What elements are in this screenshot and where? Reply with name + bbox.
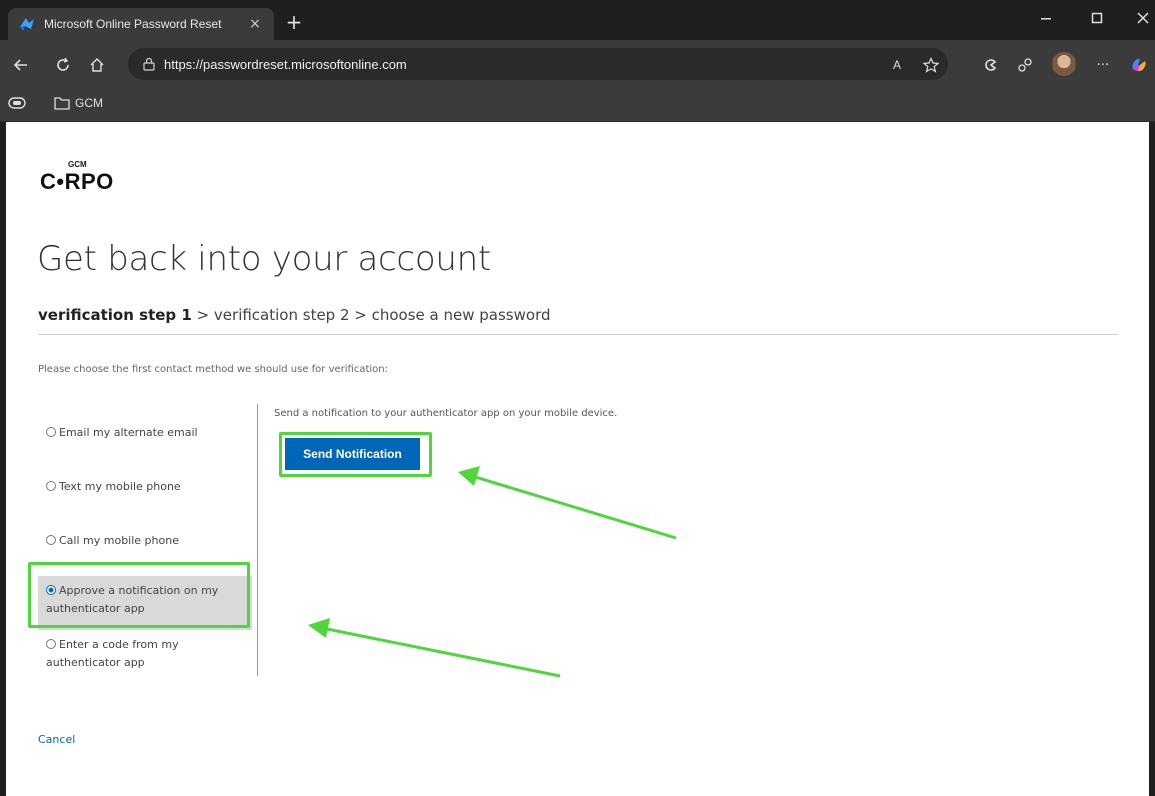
- logo-main-text: C•RPO: [40, 169, 114, 194]
- step-two: verification step 2: [213, 306, 350, 324]
- tab-password-reset[interactable]: Microsoft Online Password Reset ×: [8, 8, 274, 40]
- step-three: choose a new password: [371, 306, 551, 324]
- folder-icon: [54, 97, 70, 110]
- contact-method-list: Email my alternate email Text my mobile …: [38, 404, 258, 676]
- microsoft-favicon-icon: [20, 18, 34, 31]
- more-menu-icon[interactable]: ···: [1092, 54, 1114, 76]
- method-label: Email my alternate email: [59, 426, 198, 439]
- minimize-icon[interactable]: [1034, 10, 1058, 29]
- new-tab-button[interactable]: +: [284, 12, 304, 32]
- method-detail-text: Send a notification to your authenticato…: [274, 408, 618, 419]
- bookmarks-bar: GCM: [0, 88, 1155, 122]
- method-call[interactable]: Call my mobile phone: [38, 532, 252, 550]
- cancel-link[interactable]: Cancel: [38, 733, 75, 746]
- favorite-star-icon[interactable]: [920, 54, 942, 76]
- tab-title: Microsoft Online Password Reset: [44, 17, 222, 31]
- instruction-text: Please choose the first contact method w…: [38, 364, 388, 375]
- copilot-icon[interactable]: [1128, 54, 1150, 76]
- maximize-icon[interactable]: [1085, 10, 1109, 29]
- extension-icon[interactable]: [980, 54, 1002, 76]
- lock-icon: [143, 57, 155, 71]
- method-enter-code[interactable]: Enter a code from my authenticator app: [38, 636, 252, 672]
- collections-icon[interactable]: [1014, 54, 1036, 76]
- page-title: Get back into your account: [37, 239, 491, 279]
- url-text: https://passwordreset.microsoftonline.co…: [164, 56, 407, 72]
- method-label: Text my mobile phone: [59, 480, 181, 493]
- radio-button[interactable]: [46, 481, 56, 491]
- close-window-icon[interactable]: [1131, 10, 1155, 29]
- radio-button[interactable]: [46, 535, 56, 545]
- bookmark-folder-gcm[interactable]: GCM: [54, 96, 103, 110]
- read-aloud-icon[interactable]: A: [886, 54, 908, 76]
- logo-small-text: GCM: [68, 160, 87, 169]
- tab-bar: Microsoft Online Password Reset × +: [0, 0, 1155, 40]
- step-separator: >: [349, 306, 372, 324]
- method-label: Enter a code from my authenticator app: [46, 638, 179, 669]
- radio-button[interactable]: [46, 427, 56, 437]
- profile-avatar[interactable]: [1052, 52, 1076, 76]
- radio-button[interactable]: [46, 639, 56, 649]
- workspaces-icon[interactable]: [8, 96, 26, 110]
- password-reset-page: GCM C•RPO Get back into your account ver…: [6, 122, 1149, 796]
- highlight-box-send-button: [279, 432, 432, 477]
- step-breadcrumb: verification step 1 > verification step …: [38, 306, 551, 324]
- step-separator: >: [191, 306, 214, 324]
- highlight-box-method: [28, 562, 250, 628]
- refresh-icon[interactable]: [52, 54, 74, 76]
- browser-toolbar: https://passwordreset.microsoftonline.co…: [0, 40, 1155, 88]
- back-arrow-icon[interactable]: [10, 54, 32, 76]
- browser-window: Microsoft Online Password Reset × + http…: [0, 0, 1155, 796]
- method-label: Call my mobile phone: [59, 534, 179, 547]
- address-bar[interactable]: https://passwordreset.microsoftonline.co…: [128, 48, 948, 80]
- company-logo: GCM C•RPO: [40, 160, 160, 204]
- method-email[interactable]: Email my alternate email: [38, 424, 252, 442]
- tab-close-icon[interactable]: ×: [246, 16, 264, 32]
- method-text[interactable]: Text my mobile phone: [38, 478, 252, 496]
- home-icon[interactable]: [86, 54, 108, 76]
- divider: [38, 334, 1118, 335]
- bookmark-folder-label: GCM: [75, 96, 103, 110]
- step-current: verification step 1: [38, 306, 192, 324]
